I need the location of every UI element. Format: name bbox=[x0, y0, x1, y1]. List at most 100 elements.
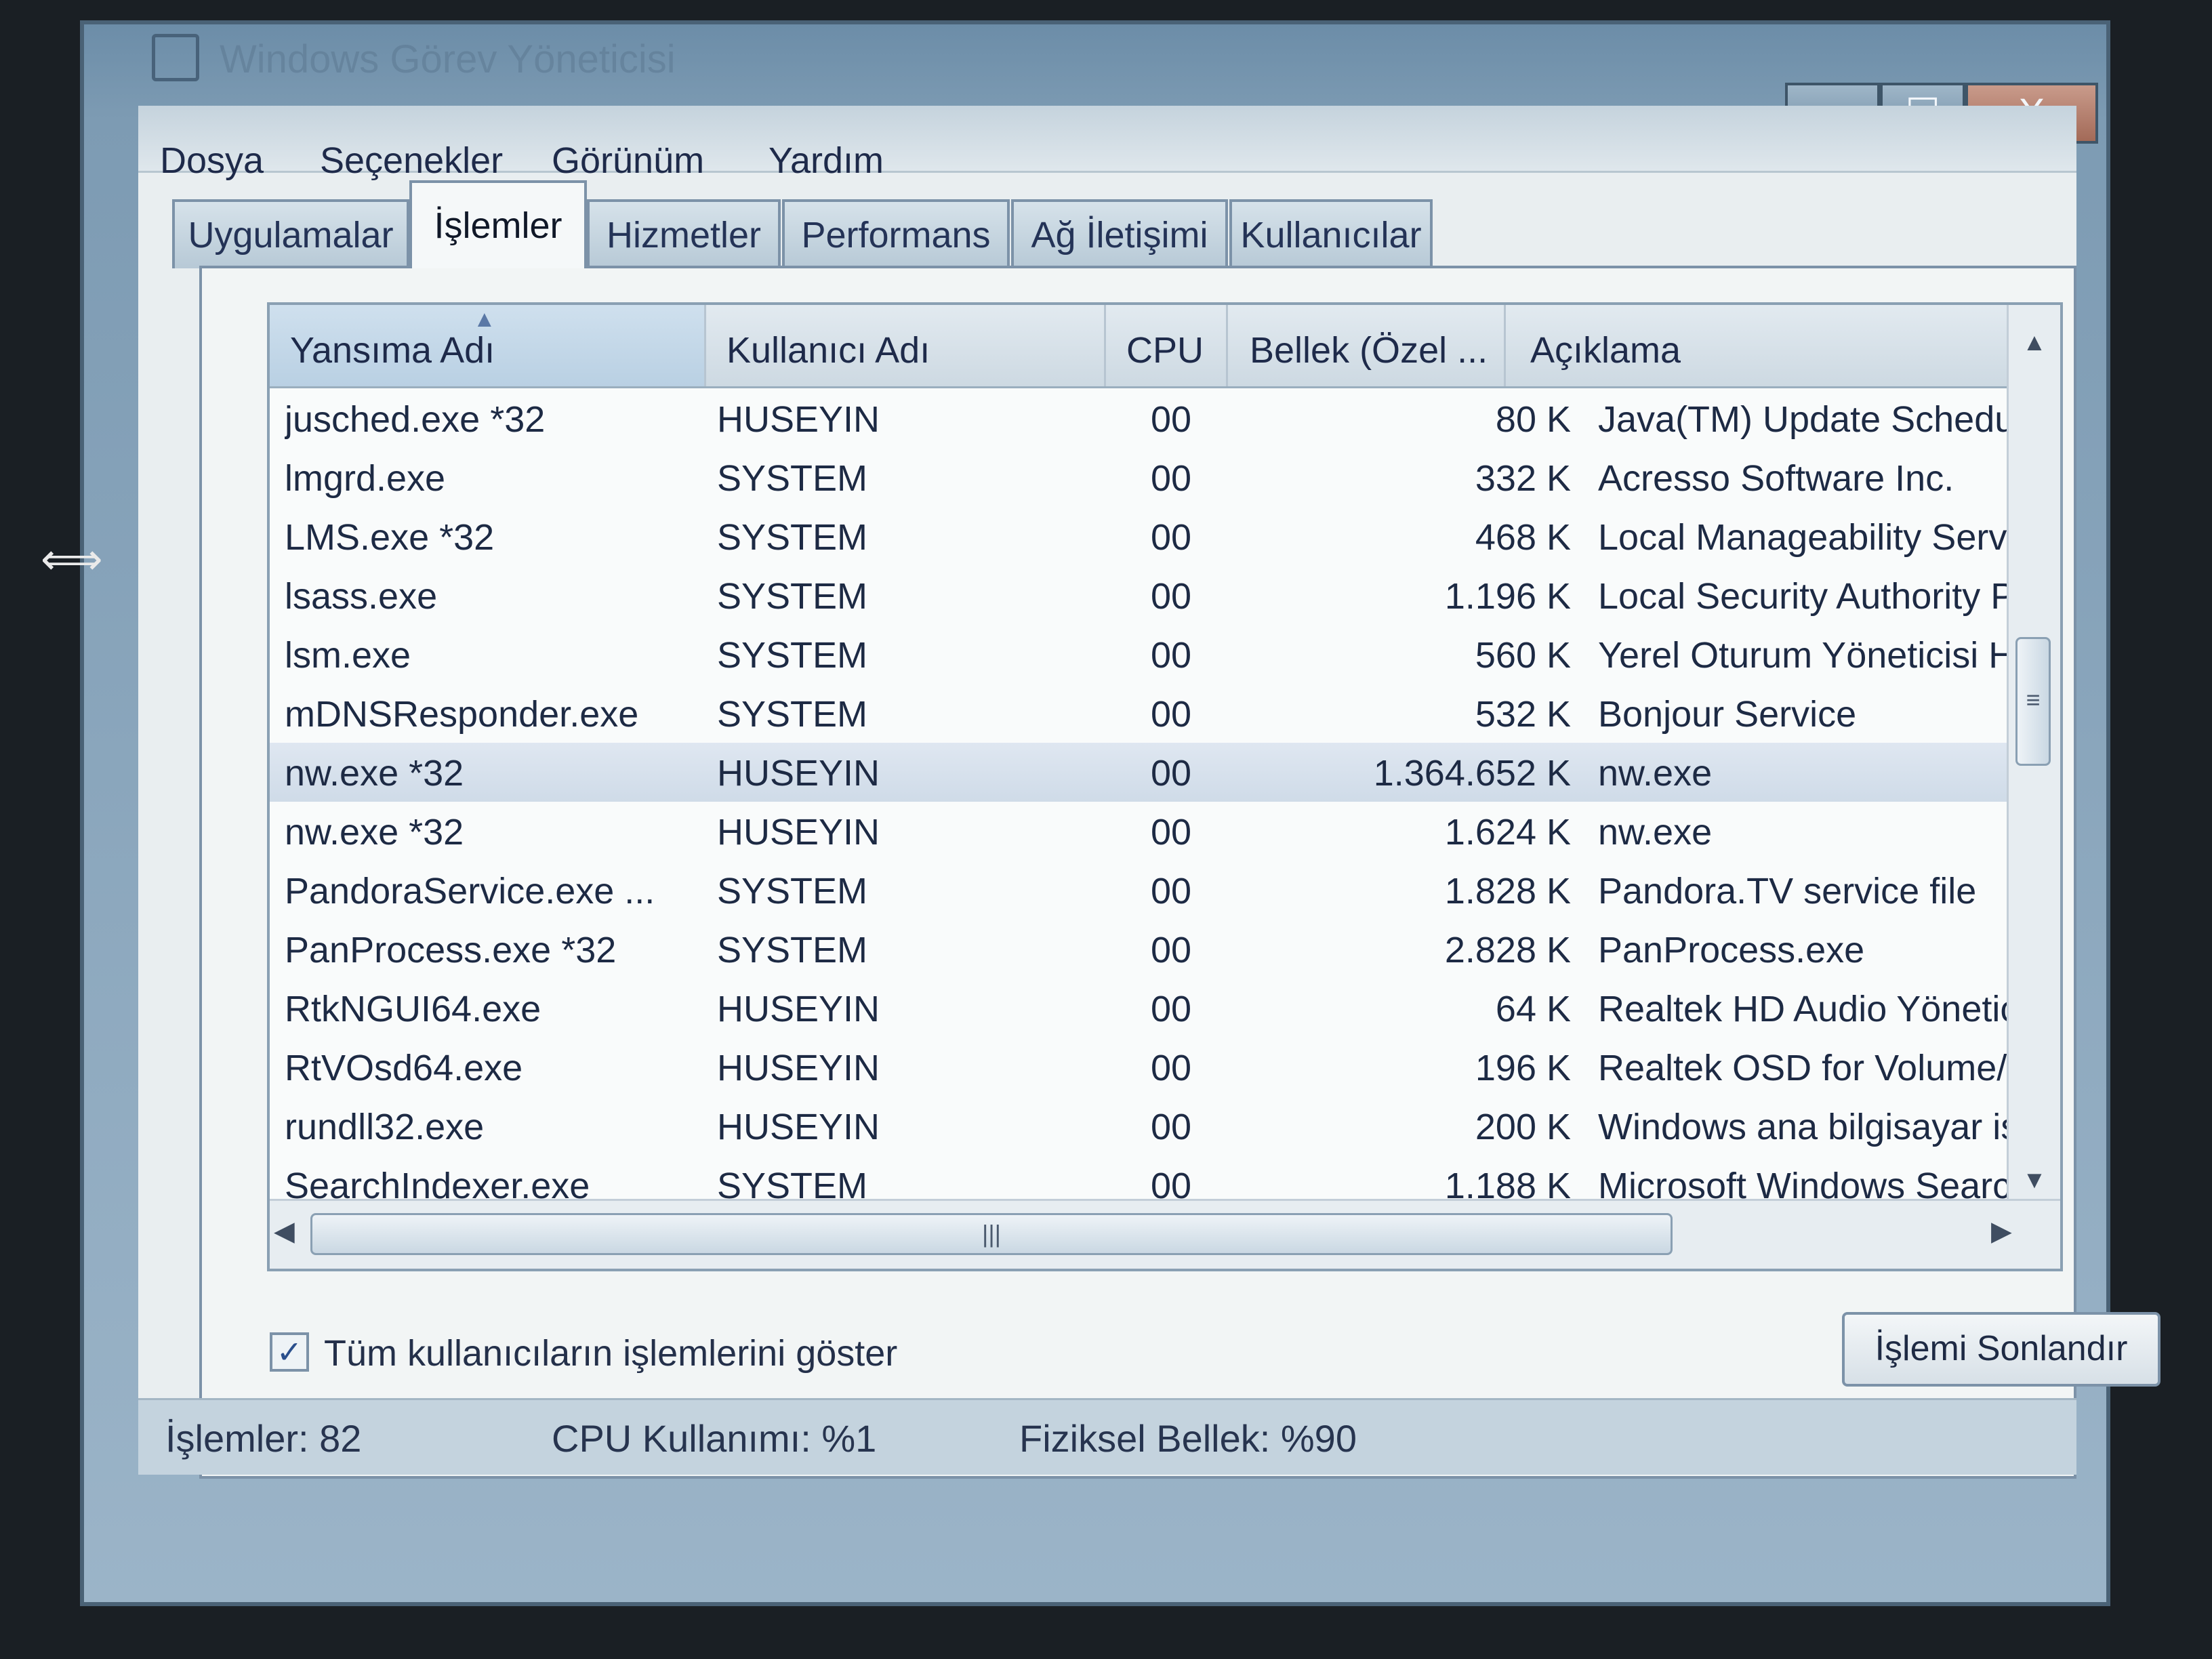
title-bar[interactable]: Windows Görev Yöneticisi – ☐ X bbox=[84, 24, 2106, 144]
cell-user-name: HUSEYIN bbox=[717, 399, 880, 440]
cell-memory: 1.364.652 K bbox=[1373, 753, 1571, 794]
cell-user-name: SYSTEM bbox=[717, 635, 868, 676]
processes-tab-panel: ▲ Yansıma Adı Kullanıcı Adı CPU Bellek (… bbox=[199, 266, 2160, 1479]
cell-cpu: 00 bbox=[1150, 635, 1192, 676]
show-all-users-label[interactable]: Tüm kullanıcıların işlemlerini göster bbox=[324, 1332, 897, 1374]
tab-uygulamalar[interactable]: Uygulamalar bbox=[172, 199, 409, 268]
cell-description: nw.exe bbox=[1598, 753, 1713, 794]
cell-image-name: PanProcess.exe *32 bbox=[285, 930, 617, 970]
cell-cpu: 00 bbox=[1150, 753, 1192, 794]
status-physical-memory: Fiziksel Bellek: %90 bbox=[1019, 1417, 1357, 1460]
cell-memory: 80 K bbox=[1495, 399, 1571, 440]
cell-image-name: RtVOsd64.exe bbox=[285, 1048, 523, 1088]
table-row[interactable]: PanProcess.exe *32 SYSTEM 00 2.828 K PanProc… bbox=[270, 920, 2009, 979]
horizontal-resize-cursor-icon: ⟺ bbox=[41, 535, 103, 583]
table-row[interactable]: nw.exe *32 HUSEYIN 00 1.624 K nw.exe bbox=[270, 802, 2009, 861]
scroll-left-icon[interactable]: ◀ bbox=[274, 1216, 295, 1247]
cell-image-name: jusched.exe *32 bbox=[285, 399, 546, 440]
cell-user-name: SYSTEM bbox=[717, 576, 868, 617]
tab-islemler[interactable]: İşlemler bbox=[409, 180, 587, 268]
cell-description: Bonjour Service bbox=[1598, 694, 1857, 735]
cell-cpu: 00 bbox=[1150, 517, 1192, 558]
cell-memory: 1.196 K bbox=[1444, 576, 1571, 617]
cell-description: Yerel Oturum Yöneticisi Hizmeti bbox=[1598, 635, 2063, 676]
window-client-area: Dosya Seçenekler Görünüm Yardım Uygulama… bbox=[138, 106, 2160, 1479]
cell-image-name: nw.exe *32 bbox=[285, 812, 464, 853]
cell-description: Pandora.TV service file bbox=[1598, 871, 1977, 912]
tab-performans[interactable]: Performans bbox=[782, 199, 1010, 268]
table-row[interactable]: jusched.exe *32 HUSEYIN 00 80 K Java(TM) Upd… bbox=[270, 389, 2055, 448]
cell-cpu: 00 bbox=[1150, 812, 1192, 853]
cell-cpu: 00 bbox=[1150, 871, 1192, 912]
task-manager-app-icon bbox=[152, 34, 199, 81]
table-row[interactable]: lmgrd.exe SYSTEM 00 332 K Acresso Software I… bbox=[270, 448, 2009, 507]
cell-image-name: mDNSResponder.exe bbox=[285, 694, 639, 735]
table-row[interactable]: PandoraService.exe ... SYSTEM 00 1.828 K Pan… bbox=[270, 861, 2009, 920]
column-label-description: Açıklama bbox=[1530, 330, 1681, 371]
column-header-row: ▲ Yansıma Adı Kullanıcı Adı CPU Bellek (… bbox=[270, 305, 2009, 388]
table-row[interactable]: mDNSResponder.exe SYSTEM 00 532 K Bonjour Se… bbox=[270, 684, 2009, 743]
cell-user-name: HUSEYIN bbox=[717, 989, 880, 1029]
table-row[interactable]: RtVOsd64.exe HUSEYIN 00 196 K Realtek OSD fo… bbox=[270, 1038, 2060, 1097]
task-manager-window: Windows Görev Yöneticisi – ☐ X Dosya Seç… bbox=[80, 20, 2160, 1606]
table-row[interactable]: lsass.exe SYSTEM 00 1.196 K Local Security A… bbox=[270, 566, 2060, 625]
scroll-up-icon[interactable]: ▲ bbox=[2009, 328, 2060, 356]
scroll-down-icon[interactable]: ▼ bbox=[2009, 1166, 2060, 1194]
column-header-cpu[interactable]: CPU bbox=[1106, 305, 1228, 386]
table-row[interactable]: RtkNGUI64.exe HUSEYIN 00 64 K Realtek HD Aud… bbox=[270, 979, 2053, 1038]
cell-cpu: 00 bbox=[1150, 576, 1192, 617]
table-row[interactable]: lsm.exe SYSTEM 00 560 K Yerel Oturum Yönetic… bbox=[270, 625, 2060, 684]
cell-image-name: LMS.exe *32 bbox=[285, 517, 495, 558]
status-cpu-usage: CPU Kullanımı: %1 bbox=[552, 1417, 877, 1460]
cell-memory: 332 K bbox=[1475, 458, 1571, 499]
column-header-description[interactable]: Açıklama bbox=[1506, 305, 2014, 386]
cell-image-name: rundll32.exe bbox=[285, 1107, 485, 1147]
cell-user-name: HUSEYIN bbox=[717, 1107, 880, 1147]
cell-memory: 468 K bbox=[1475, 517, 1571, 558]
show-all-users-checkbox[interactable]: ✓ bbox=[270, 1332, 309, 1372]
cell-user-name: HUSEYIN bbox=[717, 753, 880, 794]
cell-description: Realtek HD Audio Yöneticisi bbox=[1598, 989, 2053, 1029]
column-header-user-name[interactable]: Kullanıcı Adı bbox=[706, 305, 1106, 386]
column-label-image-name: Yansıma Adı bbox=[290, 330, 495, 371]
horizontal-scrollbar[interactable]: ◀ ||| ▶ bbox=[270, 1199, 2060, 1269]
horizontal-scroll-thumb[interactable]: ||| bbox=[310, 1213, 1673, 1255]
process-list[interactable]: ▲ Yansıma Adı Kullanıcı Adı CPU Bellek (… bbox=[267, 302, 2063, 1271]
tab-kullanicilar[interactable]: Kullanıcılar bbox=[1229, 199, 1433, 268]
vertical-scroll-thumb[interactable]: ≡ bbox=[2015, 637, 2051, 766]
window-title: Windows Görev Yöneticisi bbox=[220, 37, 676, 81]
cell-image-name: lsm.exe bbox=[285, 635, 411, 676]
cell-cpu: 00 bbox=[1150, 1107, 1192, 1147]
status-process-count: İşlemler: 82 bbox=[165, 1417, 362, 1460]
column-label-memory: Bellek (Özel ... bbox=[1250, 330, 1488, 371]
cell-description: Local Security Authority Proces bbox=[1598, 576, 2063, 617]
cell-description: PanProcess.exe bbox=[1598, 930, 1865, 970]
cell-user-name: SYSTEM bbox=[717, 517, 868, 558]
vertical-scrollbar[interactable]: ▲ ≡ ▼ bbox=[2007, 305, 2060, 1200]
column-label-cpu: CPU bbox=[1126, 330, 1204, 371]
cell-image-name: nw.exe *32 bbox=[285, 753, 464, 794]
scroll-right-icon[interactable]: ▶ bbox=[1991, 1216, 2012, 1247]
cell-user-name: HUSEYIN bbox=[717, 1048, 880, 1088]
end-process-button[interactable]: İşlemi Sonlandır bbox=[1842, 1312, 2160, 1387]
table-row[interactable]: LMS.exe *32 SYSTEM 00 468 K Local Manageabil… bbox=[270, 507, 2053, 566]
cell-memory: 200 K bbox=[1475, 1107, 1571, 1147]
cell-user-name: SYSTEM bbox=[717, 694, 868, 735]
cell-cpu: 00 bbox=[1150, 989, 1192, 1029]
status-bar: İşlemler: 82 CPU Kullanımı: %1 Fiziksel … bbox=[138, 1398, 2076, 1475]
cell-description: nw.exe bbox=[1598, 812, 1713, 853]
column-header-memory[interactable]: Bellek (Özel ... bbox=[1228, 305, 1506, 386]
cell-user-name: SYSTEM bbox=[717, 458, 868, 499]
cell-description: Java(TM) Update Scheduler bbox=[1598, 399, 2056, 440]
column-header-image-name[interactable]: ▲ Yansıma Adı bbox=[270, 305, 706, 386]
cell-memory: 64 K bbox=[1495, 989, 1571, 1029]
cell-user-name: HUSEYIN bbox=[717, 812, 880, 853]
cell-cpu: 00 bbox=[1150, 694, 1192, 735]
table-row[interactable]: rundll32.exe HUSEYIN 00 200 K Windows ana bi… bbox=[270, 1097, 2060, 1155]
tab-ag-iletisimi[interactable]: Ağ İletişimi bbox=[1011, 199, 1228, 268]
tab-hizmetler[interactable]: Hizmetler bbox=[587, 199, 781, 268]
cell-description: Realtek OSD for Volume/Mute bbox=[1598, 1048, 2063, 1088]
cell-memory: 196 K bbox=[1475, 1048, 1571, 1088]
table-row[interactable]: nw.exe *32 HUSEYIN 00 1.364.652 K nw.exe bbox=[270, 743, 2009, 802]
cell-cpu: 00 bbox=[1150, 458, 1192, 499]
